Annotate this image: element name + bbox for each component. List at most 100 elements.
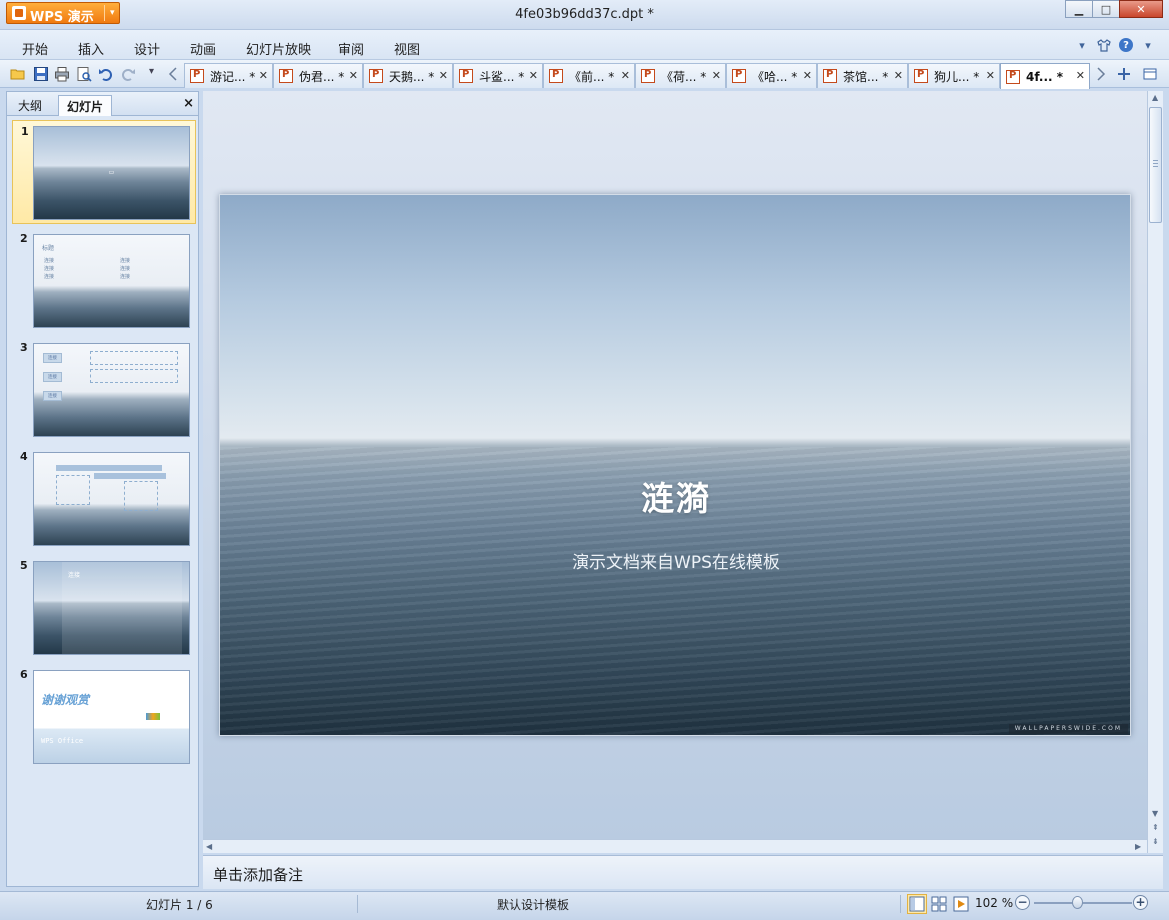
- menu-review[interactable]: 审阅: [338, 39, 364, 58]
- wps-logo-icon: [146, 713, 160, 720]
- thumb-dashed-box: [124, 481, 158, 511]
- doc-tab-active[interactable]: 4f... * ✕: [1000, 63, 1090, 89]
- doc-tab-6[interactable]: 《荷... * ✕: [635, 63, 726, 88]
- doc-tab-4[interactable]: 斗鲨... * ✕: [453, 63, 543, 88]
- skin-shirt-icon[interactable]: [1097, 38, 1111, 52]
- zoom-in-icon[interactable]: +: [1133, 895, 1148, 910]
- zoom-slider-knob[interactable]: [1071, 896, 1083, 909]
- presentation-file-icon: [1006, 69, 1020, 84]
- document-title: 4fe03b96dd37c.dpt *: [515, 7, 654, 22]
- scroll-thumb[interactable]: [1149, 107, 1162, 223]
- doc-tab-label: 4f... *: [1026, 69, 1064, 84]
- print-preview-icon[interactable]: [76, 66, 92, 82]
- prev-slide-icon[interactable]: ⇞: [1152, 823, 1159, 832]
- close-tab-icon[interactable]: ✕: [439, 69, 448, 82]
- slide-preview: 连接: [33, 561, 190, 655]
- thumb-dashed-box: [90, 351, 178, 365]
- pane-close-icon[interactable]: ×: [183, 96, 194, 111]
- collapse-ribbon-icon[interactable]: ▾: [1075, 38, 1089, 52]
- presentation-file-icon: [641, 69, 655, 83]
- slide-sorter-button[interactable]: [929, 894, 949, 914]
- close-tab-icon[interactable]: ✕: [1076, 69, 1085, 82]
- undo-icon[interactable]: [98, 66, 114, 82]
- notes-placeholder[interactable]: 单击添加备注: [213, 864, 303, 885]
- minimize-button[interactable]: ▁: [1065, 0, 1093, 18]
- close-tab-icon[interactable]: ✕: [986, 69, 995, 82]
- slide-thumbnail-5[interactable]: 5 连接: [7, 555, 198, 659]
- slide-sorter-icon: [931, 896, 947, 912]
- tab-scroll-right-icon[interactable]: [1092, 66, 1108, 82]
- slideshow-button[interactable]: [951, 894, 971, 914]
- doc-tab-label: 天鹅... *: [389, 69, 435, 84]
- presentation-file-icon: [279, 69, 293, 83]
- close-button[interactable]: ✕: [1119, 0, 1163, 18]
- tab-outline[interactable]: 大纲: [10, 95, 50, 116]
- minimize-icon: ▁: [1074, 2, 1084, 16]
- doc-tab-7[interactable]: 《哈... * ✕: [726, 63, 817, 88]
- menu-right-tools: ▾ ? ▾: [1075, 38, 1155, 52]
- tab-scroll-left-icon[interactable]: [166, 66, 182, 82]
- zoom-slider-track[interactable]: [1034, 902, 1132, 904]
- slide-thumbnail-6[interactable]: 6 谢谢观赏 WPS Office: [7, 664, 198, 768]
- scroll-down-icon[interactable]: ▼: [1152, 809, 1158, 818]
- menu-design[interactable]: 设计: [134, 39, 160, 58]
- close-tab-icon[interactable]: ✕: [803, 69, 812, 82]
- notes-pane[interactable]: 单击添加备注: [203, 855, 1163, 889]
- close-tab-icon[interactable]: ✕: [621, 69, 630, 82]
- horizontal-scrollbar[interactable]: ◀ ▶: [203, 839, 1147, 853]
- redo-icon[interactable]: [120, 66, 136, 82]
- current-slide[interactable]: 涟漪 演示文档来自WPS在线模板 WALLPAPERSWIDE.COM: [219, 194, 1131, 736]
- doc-tab-1[interactable]: 游记... *✕: [184, 63, 273, 88]
- slide-subtitle[interactable]: 演示文档来自WPS在线模板: [220, 548, 1130, 573]
- slide-thumbnail-3[interactable]: 3 连接 连接 连接: [7, 337, 198, 441]
- print-icon[interactable]: [54, 66, 70, 82]
- maximize-button[interactable]: □: [1092, 0, 1120, 18]
- new-tab-plus-icon[interactable]: [1116, 66, 1132, 82]
- tab-list-icon[interactable]: [1142, 66, 1158, 82]
- scroll-right-icon[interactable]: ▶: [1135, 842, 1141, 851]
- thumb-dashed-box: [56, 475, 90, 505]
- close-tab-icon[interactable]: ✕: [529, 69, 538, 82]
- thumb-footer: WPS Office: [41, 737, 84, 745]
- doc-tab-2[interactable]: 伪君... * ✕: [273, 63, 363, 88]
- vertical-scrollbar[interactable]: ▲ ▼ ⇞ ⇟: [1147, 91, 1163, 853]
- doc-tab-8[interactable]: 茶馆... * ✕: [817, 63, 908, 88]
- normal-view-icon: [909, 896, 925, 912]
- doc-tab-5[interactable]: 《前... * ✕: [543, 63, 635, 88]
- doc-tab-9[interactable]: 狗儿... * ✕: [908, 63, 1000, 88]
- window-controls: ▁ □ ✕: [1065, 0, 1163, 20]
- close-tab-icon[interactable]: ✕: [259, 69, 268, 82]
- help-icon[interactable]: ?: [1119, 38, 1133, 52]
- help-dropdown-icon[interactable]: ▾: [1141, 38, 1155, 52]
- menu-home[interactable]: 开始: [22, 39, 48, 58]
- menu-animation[interactable]: 动画: [190, 39, 216, 58]
- slide-thumbnail-2[interactable]: 2 标题 连接 连接 连接 连接 连接 连接: [7, 228, 198, 332]
- scroll-up-icon[interactable]: ▲: [1152, 93, 1158, 102]
- open-folder-icon[interactable]: [10, 66, 26, 82]
- slide-number: 1: [21, 125, 29, 138]
- presentation-file-icon: [369, 69, 383, 83]
- menu-view[interactable]: 视图: [394, 39, 420, 58]
- slide-thumbnail-4[interactable]: 4: [7, 446, 198, 550]
- scroll-left-icon[interactable]: ◀: [206, 842, 212, 851]
- doc-tab-3[interactable]: 天鹅... * ✕: [363, 63, 453, 88]
- menu-bar: 开始 插入 设计 动画 幻灯片放映 审阅 视图 ▾ ? ▾: [0, 30, 1169, 60]
- slides-pane: 大纲 幻灯片 × 1 ▭ 2 标题 连接 连接 连接 连接 连接 连接 3 连接…: [6, 91, 199, 887]
- tab-slides[interactable]: 幻灯片: [58, 95, 113, 116]
- close-tab-icon[interactable]: ✕: [894, 69, 903, 82]
- menu-slideshow[interactable]: 幻灯片放映: [246, 39, 311, 58]
- save-icon[interactable]: [33, 66, 49, 82]
- menu-insert[interactable]: 插入: [78, 39, 104, 58]
- toolbar-dropdown-icon[interactable]: ▾: [149, 66, 165, 82]
- slide-thumbnail-1[interactable]: 1 ▭: [12, 120, 196, 224]
- normal-view-button[interactable]: [907, 894, 927, 914]
- zoom-out-icon[interactable]: −: [1015, 895, 1030, 910]
- zoom-level[interactable]: 102 %: [975, 896, 1013, 910]
- design-template-name[interactable]: 默认设计模板: [497, 896, 569, 913]
- slide-title[interactable]: 涟漪: [220, 472, 1130, 520]
- close-tab-icon[interactable]: ✕: [349, 69, 358, 82]
- close-tab-icon[interactable]: ✕: [712, 69, 721, 82]
- next-slide-icon[interactable]: ⇟: [1152, 837, 1159, 846]
- slide-preview: 标题 连接 连接 连接 连接 连接 连接: [33, 234, 190, 328]
- doc-tab-label: 《哈... *: [752, 69, 798, 84]
